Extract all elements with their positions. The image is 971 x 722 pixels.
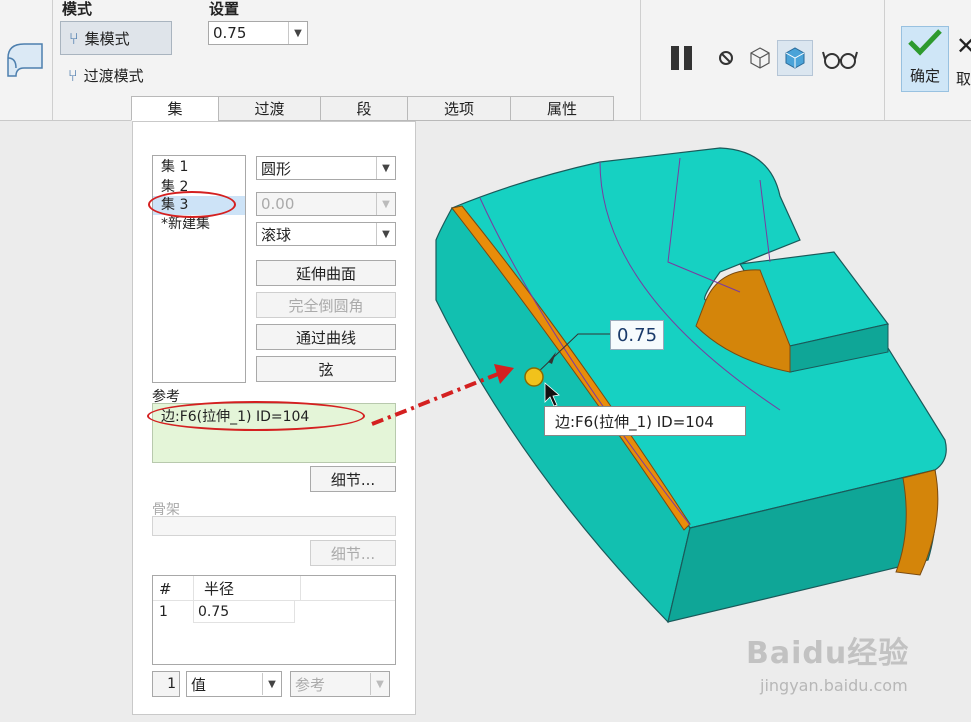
reference-type-label: 参考 bbox=[295, 675, 326, 694]
pause-icon[interactable] bbox=[664, 40, 700, 76]
chevron-down-icon: ▼ bbox=[262, 673, 281, 695]
reference-details-button[interactable]: 细节... bbox=[310, 466, 396, 492]
table-header-radius: 半径 bbox=[194, 576, 301, 600]
row-index-field[interactable]: 1 bbox=[152, 671, 180, 697]
tab-transitions-label: 过渡 bbox=[254, 100, 285, 118]
through-curve-label: 通过曲线 bbox=[295, 328, 356, 347]
chevron-down-icon: ▼ bbox=[376, 157, 395, 179]
radius-setting-value: 0.75 bbox=[213, 24, 247, 42]
disabled-value: 0.00 bbox=[261, 195, 295, 213]
dimension-value-box[interactable]: 0.75 bbox=[610, 320, 664, 350]
transition-mode-label: 过渡模式 bbox=[83, 66, 144, 85]
checkmark-icon bbox=[908, 29, 942, 56]
table-row[interactable]: 1 0.75 bbox=[153, 601, 395, 623]
chord-label: 弦 bbox=[318, 360, 334, 379]
confirm-label: 确定 bbox=[909, 67, 940, 85]
tab-properties[interactable]: 属性 bbox=[510, 96, 614, 121]
tab-segments[interactable]: 段 bbox=[320, 96, 408, 121]
extend-surfaces-label: 延伸曲面 bbox=[295, 264, 356, 283]
radius-table[interactable]: # 半径 1 0.75 bbox=[152, 575, 396, 665]
transition-mode-button[interactable]: ⑂ 过渡模式 bbox=[60, 59, 152, 91]
tab-options-label: 选项 bbox=[443, 100, 474, 118]
reference-tooltip: 边:F6(拉伸_1) ID=104 bbox=[544, 406, 746, 436]
details-label: 细节... bbox=[330, 470, 376, 489]
set-list[interactable]: 集 1 集 2 集 3 *新建集 bbox=[152, 155, 246, 383]
set-mode-icon: ⑂ bbox=[69, 28, 79, 48]
mode-group-title: 模式 bbox=[62, 0, 93, 18]
radius-drag-handle bbox=[524, 367, 544, 387]
no-preview-icon[interactable] bbox=[708, 40, 744, 76]
tab-sets[interactable]: 集 bbox=[131, 96, 219, 121]
table-cell-radius[interactable]: 0.75 bbox=[194, 601, 295, 623]
cancel-label: 取 bbox=[956, 70, 971, 88]
tab-properties-label: 属性 bbox=[546, 100, 577, 118]
set-mode-button[interactable]: ⑂ 集模式 bbox=[60, 21, 172, 55]
radius-setting-combo[interactable]: 0.75 ▼ bbox=[208, 21, 308, 45]
highlight-ellipse bbox=[147, 401, 365, 431]
chevron-down-icon: ▼ bbox=[370, 673, 389, 695]
chevron-down-icon: ▼ bbox=[376, 223, 395, 245]
table-header-index: # bbox=[153, 576, 194, 600]
settings-group-title: 设置 bbox=[209, 0, 240, 18]
shape-value: 圆形 bbox=[261, 159, 292, 178]
value-type-combo[interactable]: 值 ▼ bbox=[186, 671, 282, 697]
close-icon: ✕ bbox=[956, 34, 971, 60]
tab-options[interactable]: 选项 bbox=[407, 96, 511, 121]
method-value: 滚球 bbox=[261, 225, 292, 244]
shape-combo[interactable]: 圆形 ▼ bbox=[256, 156, 396, 180]
value-combo: 0.00 ▼ bbox=[256, 192, 396, 216]
round-feature-icon bbox=[4, 38, 46, 80]
details-label: 细节... bbox=[330, 544, 376, 563]
confirm-button[interactable]: 确定 bbox=[901, 26, 949, 92]
wireframe-preview-icon[interactable] bbox=[742, 40, 778, 76]
set-item[interactable]: 集 1 bbox=[153, 156, 245, 179]
full-round-label: 完全倒圆角 bbox=[288, 296, 364, 315]
table-cell-index: 1 bbox=[153, 601, 194, 623]
chevron-down-icon: ▼ bbox=[288, 22, 307, 44]
tab-transitions[interactable]: 过渡 bbox=[218, 96, 321, 121]
tab-segments-label: 段 bbox=[356, 100, 372, 118]
chevron-down-icon: ▼ bbox=[376, 193, 395, 215]
new-set-item[interactable]: *新建集 bbox=[153, 215, 245, 234]
method-combo[interactable]: 滚球 ▼ bbox=[256, 222, 396, 246]
watermark-url: jingyan.baidu.com bbox=[760, 676, 908, 695]
skeleton-collector bbox=[152, 516, 396, 536]
annotation-arrow bbox=[371, 404, 419, 426]
highlight-ellipse bbox=[148, 191, 236, 218]
value-type-label: 值 bbox=[191, 675, 207, 694]
skeleton-details-button: 细节... bbox=[310, 540, 396, 566]
glasses-icon[interactable] bbox=[822, 40, 858, 76]
tab-sets-label: 集 bbox=[167, 100, 183, 118]
reference-type-combo: 参考 ▼ bbox=[290, 671, 390, 697]
through-curve-button[interactable]: 通过曲线 bbox=[256, 324, 396, 350]
full-round-button: 完全倒圆角 bbox=[256, 292, 396, 318]
shaded-preview-icon[interactable] bbox=[777, 40, 813, 76]
set-mode-label: 集模式 bbox=[84, 29, 130, 48]
cancel-button[interactable]: ✕ 取 bbox=[956, 34, 971, 94]
transition-mode-icon: ⑂ bbox=[68, 65, 78, 85]
extend-surfaces-button[interactable]: 延伸曲面 bbox=[256, 260, 396, 286]
watermark-logo: Baidu经验 bbox=[746, 636, 910, 671]
